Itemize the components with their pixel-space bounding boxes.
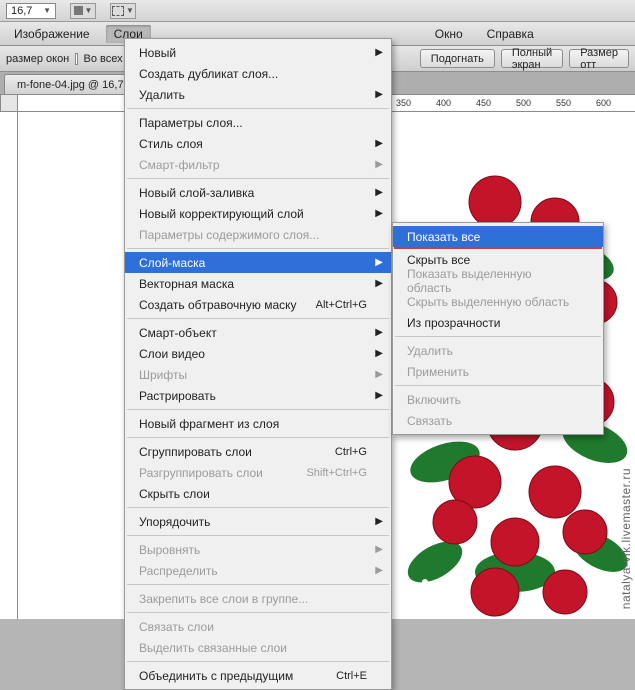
dashed-rect-icon: [112, 6, 124, 16]
ruler-tick: 500: [516, 98, 531, 108]
mi-mask-link: Связать: [393, 410, 603, 431]
layers-menu: Новый▶ Создать дубликат слоя... Удалить▶…: [124, 38, 392, 690]
mi-mask-delete: Удалить: [393, 340, 603, 361]
submenu-arrow-icon: ▶: [375, 565, 383, 576]
separator: [395, 385, 601, 386]
separator: [127, 507, 389, 508]
resize-windows-label: размер окон: [6, 53, 69, 65]
separator: [127, 248, 389, 249]
separator: [127, 612, 389, 613]
menu-image[interactable]: Изображение: [6, 25, 98, 43]
submenu-arrow-icon: ▶: [375, 257, 383, 268]
separator: [127, 409, 389, 410]
separator: [127, 178, 389, 179]
mi-ungroup: Разгруппировать слоиShift+Ctrl+G: [125, 462, 391, 483]
separator: [127, 108, 389, 109]
mi-layer-style[interactable]: Стиль слоя▶: [125, 133, 391, 154]
submenu-arrow-icon: ▶: [375, 187, 383, 198]
mi-link: Связать слои: [125, 616, 391, 637]
submenu-arrow-icon: ▶: [375, 327, 383, 338]
square-icon: [74, 6, 83, 15]
mi-fill-layer[interactable]: Новый слой-заливка▶: [125, 182, 391, 203]
submenu-arrow-icon: ▶: [375, 89, 383, 100]
mi-lock-group: Закрепить все слои в группе...: [125, 588, 391, 609]
submenu-arrow-icon: ▶: [375, 390, 383, 401]
mi-select-linked: Выделить связанные слои: [125, 637, 391, 658]
mi-adj-layer[interactable]: Новый корректирующий слой▶: [125, 203, 391, 224]
mi-smart-filter: Смарт-фильтр▶: [125, 154, 391, 175]
mi-content-params: Параметры содержимого слоя...: [125, 224, 391, 245]
separator: [127, 535, 389, 536]
submenu-arrow-icon: ▶: [375, 544, 383, 555]
separator: [127, 318, 389, 319]
shortcut: Ctrl+E: [336, 670, 367, 682]
mi-rasterize[interactable]: Растрировать▶: [125, 385, 391, 406]
submenu-arrow-icon: ▶: [375, 348, 383, 359]
mi-mask-enable: Включить: [393, 389, 603, 410]
chevron-down-icon: ▼: [126, 6, 134, 15]
mi-duplicate[interactable]: Создать дубликат слоя...: [125, 63, 391, 84]
chevron-down-icon: ▼: [43, 6, 51, 15]
menu-window[interactable]: Окно: [427, 25, 471, 43]
mi-merge-down[interactable]: Объединить с предыдущимCtrl+E: [125, 665, 391, 686]
print-size-button[interactable]: Размер отт: [569, 49, 629, 68]
shortcut: Ctrl+G: [335, 446, 367, 458]
mi-layer-mask[interactable]: Слой-маска▶: [125, 252, 391, 273]
fullscreen-button[interactable]: Полный экран: [501, 49, 563, 68]
mi-fonts: Шрифты▶: [125, 364, 391, 385]
submenu-arrow-icon: ▶: [375, 369, 383, 380]
mi-show-all[interactable]: Показать все: [393, 226, 603, 247]
mi-new-fragment[interactable]: Новый фрагмент из слоя: [125, 413, 391, 434]
separator: [127, 584, 389, 585]
submenu-arrow-icon: ▶: [375, 47, 383, 58]
shortcut: Shift+Ctrl+G: [306, 467, 367, 479]
watermark: natalya-vik.livemaster.ru: [619, 468, 633, 609]
mi-show-selection: Показать выделенную область: [393, 270, 603, 291]
mi-hide-selection: Скрыть выделенную область: [393, 291, 603, 312]
view-mode-button-1[interactable]: ▼: [70, 3, 96, 19]
mi-new[interactable]: Новый▶: [125, 42, 391, 63]
font-size-value: 16,7: [11, 5, 32, 17]
ruler-tick: 350: [396, 98, 411, 108]
mi-delete[interactable]: Удалить▶: [125, 84, 391, 105]
separator: [395, 336, 601, 337]
mi-clipping-mask[interactable]: Создать обтравочную маскуAlt+Ctrl+G: [125, 294, 391, 315]
mi-mask-apply: Применить: [393, 361, 603, 382]
font-size-combo[interactable]: 16,7 ▼: [6, 3, 56, 19]
all-windows-checkbox[interactable]: [75, 53, 77, 65]
submenu-arrow-icon: ▶: [375, 138, 383, 149]
mi-hide[interactable]: Скрыть слои: [125, 483, 391, 504]
font-size-bar: 16,7 ▼ ▼ ▼: [0, 0, 635, 22]
submenu-arrow-icon: ▶: [375, 516, 383, 527]
mi-distribute: Распределить▶: [125, 560, 391, 581]
submenu-arrow-icon: ▶: [375, 208, 383, 219]
fit-button[interactable]: Подогнать: [420, 49, 495, 68]
shortcut: Alt+Ctrl+G: [316, 299, 367, 311]
vertical-ruler[interactable]: [0, 112, 18, 619]
mi-smart-object[interactable]: Смарт-объект▶: [125, 322, 391, 343]
ruler-corner: [0, 94, 18, 112]
mi-align: Выровнять▶: [125, 539, 391, 560]
ruler-tick: 400: [436, 98, 451, 108]
separator: [127, 437, 389, 438]
mi-from-transparency[interactable]: Из прозрачности: [393, 312, 603, 333]
menu-help[interactable]: Справка: [479, 25, 542, 43]
separator: [127, 661, 389, 662]
view-mode-button-2[interactable]: ▼: [110, 3, 136, 19]
ruler-tick: 450: [476, 98, 491, 108]
chevron-down-icon: ▼: [85, 6, 93, 15]
mi-arrange[interactable]: Упорядочить▶: [125, 511, 391, 532]
mi-video-layers[interactable]: Слои видео▶: [125, 343, 391, 364]
mi-group[interactable]: Сгруппировать слоиCtrl+G: [125, 441, 391, 462]
ruler-tick: 550: [556, 98, 571, 108]
submenu-arrow-icon: ▶: [375, 278, 383, 289]
mi-vector-mask[interactable]: Векторная маска▶: [125, 273, 391, 294]
submenu-arrow-icon: ▶: [375, 159, 383, 170]
mi-layer-params[interactable]: Параметры слоя...: [125, 112, 391, 133]
layer-mask-submenu: Показать все Скрыть все Показать выделен…: [392, 222, 604, 435]
ruler-tick: 600: [596, 98, 611, 108]
